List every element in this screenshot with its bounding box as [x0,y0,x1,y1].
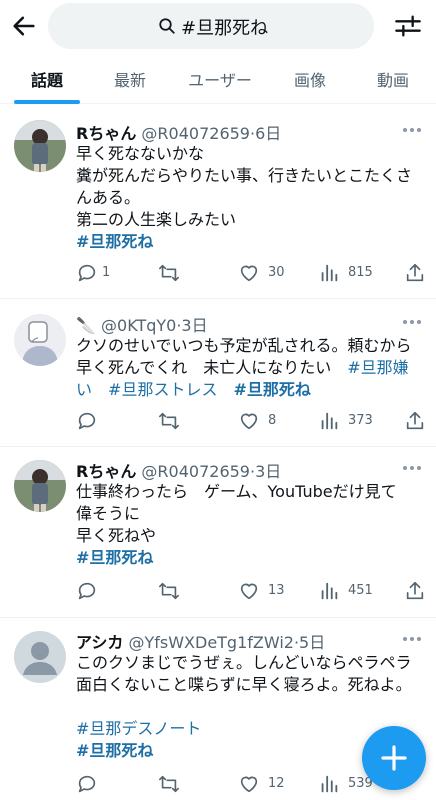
hashtag-link[interactable]: #旦那ストレス [108,380,217,399]
tweet-line: このクソまじでうぜぇ。しんどいならペラペラ [76,653,412,672]
display-name[interactable]: アシカ [76,633,123,652]
tab-people[interactable]: ユーザー [180,67,260,91]
plus-icon [381,745,407,771]
heart-icon [240,413,258,430]
hashtag-link[interactable]: #旦那死ね [233,380,310,399]
tweet-text: 仕事終わったら ゲーム、YouTubeだけ見て 偉そうに 早く死ねや #旦那死ね [76,481,426,569]
tweet-actions: 13 451 [76,580,428,604]
share-icon [406,581,424,600]
tab-top[interactable]: 話題 [7,67,87,91]
tweet-line: クソのせいでいつも予定が乱される。頼むから [76,336,412,355]
heart-icon [240,776,258,793]
tweet-line: 面白くないこと喋らずに早く寝ろよ。死ねよ。 [76,675,412,694]
reply-icon [78,775,96,793]
tweet[interactable]: Rちゃん @R04072659·3日 仕事終わったら ゲーム、YouTubeだけ… [0,448,436,618]
display-name[interactable]: 🔪 [76,316,96,335]
user-handle[interactable]: @0KTqY0 [101,316,176,335]
avatar[interactable] [14,631,66,683]
hashtag-link[interactable]: #旦那死ね [76,231,426,253]
analytics-icon [321,582,338,600]
tweet-actions: 8 373 [76,410,428,434]
tweet-text: 早く死なないかな 糞が死んだらやりたい事、行きたいとこたくさ んある。 第二の人… [76,143,426,253]
search-tabs: 話題 最新 ユーザー 画像 動画 [0,54,436,104]
analytics-icon [321,412,338,430]
view-count: 451 [348,583,373,598]
tweet-time: ·5日 [293,633,326,652]
display-name[interactable]: Rちゃん [76,124,136,143]
tab-photos[interactable]: 画像 [270,67,350,91]
like-count: 30 [268,265,285,280]
analytics-icon [321,264,338,282]
tweet-line: 仕事終わったら ゲーム、YouTubeだけ見て [76,482,397,501]
tweet-actions: 1 30 815 [76,262,428,286]
avatar[interactable] [14,314,66,366]
tweet-header: Rちゃん @R04072659·3日 [76,458,281,482]
view-count: 815 [348,265,373,280]
like-count: 8 [268,413,277,428]
view-count: 373 [348,413,373,428]
retweet-icon [159,775,179,793]
heart-icon [240,583,258,600]
tweet-time: ·3日 [249,462,282,481]
analytics-icon [321,775,338,793]
tweet-text-segment: 早く死んでくれ 未亡人になりたい [76,358,332,377]
search-query[interactable]: #旦那死ね [181,14,268,40]
tab-videos[interactable]: 動画 [353,67,433,91]
tweet-line: 早く死なないかな [76,144,205,163]
reply-icon [78,582,96,600]
tweet-time: ·3日 [176,316,208,335]
retweet-icon [159,264,179,282]
hashtag-link[interactable]: #旦那嫌 [347,358,408,377]
heart-icon [240,265,258,282]
tweet-line: 早く死ねや [76,526,157,545]
search-icon [159,18,175,34]
avatar[interactable] [14,120,66,172]
reply-icon [78,264,96,282]
tweet-line: 偉そうに [76,504,141,523]
more-options-icon[interactable] [402,319,422,325]
search-box[interactable]: #旦那死ね [48,3,374,49]
like-count: 12 [268,776,285,791]
compose-button[interactable] [362,726,426,790]
more-options-icon[interactable] [402,636,422,642]
retweet-icon [159,412,179,430]
tweet[interactable]: 🔪 @0KTqY0·3日 クソのせいでいつも予定が乱される。頼むから 早く死んで… [0,300,436,447]
tab-latest[interactable]: 最新 [90,67,170,91]
share-icon [406,411,424,430]
hashtag-link[interactable]: #旦那死ね [76,547,426,569]
more-options-icon[interactable] [402,127,422,133]
tweet-time: ·6日 [249,124,282,143]
hashtag-link[interactable]: い [76,380,92,399]
tweet-header: 🔪 @0KTqY0·3日 [76,312,208,336]
user-handle[interactable]: @R04072659 [141,462,250,481]
tweet-line: んある。 [76,188,141,207]
active-tab-indicator [14,100,80,104]
tweet[interactable]: Rちゃん @R04072659·6日 早く死なないかな 糞が死んだらやりたい事、… [0,106,436,299]
tweet-line: 第二の人生楽しみたい [76,210,237,229]
back-arrow-icon[interactable] [10,12,38,40]
top-bar: #旦那死ね [0,0,436,52]
reply-icon [78,412,96,430]
retweet-icon [159,582,179,600]
reply-count: 1 [102,265,111,280]
user-handle[interactable]: @R04072659 [141,124,250,143]
share-icon [406,263,424,282]
tweet-line: い #旦那ストレス #旦那死ね [76,379,426,401]
tweet-header: アシカ @YfsWXDeTg1fZWi2·5日 [76,629,325,653]
filter-settings-icon[interactable] [394,12,422,40]
tweet-line: 早く死んでくれ 未亡人になりたい #旦那嫌 [76,357,426,379]
tweet-header: Rちゃん @R04072659·6日 [76,120,281,144]
more-options-icon[interactable] [402,465,422,471]
tweet-text: クソのせいでいつも予定が乱される。頼むから 早く死んでくれ 未亡人になりたい #… [76,335,426,401]
avatar[interactable] [14,460,66,512]
like-count: 13 [268,583,285,598]
user-handle[interactable]: @YfsWXDeTg1fZWi2 [128,633,293,652]
tweet-line: 糞が死んだらやりたい事、行きたいとこたくさ [76,166,413,185]
display-name[interactable]: Rちゃん [76,462,136,481]
